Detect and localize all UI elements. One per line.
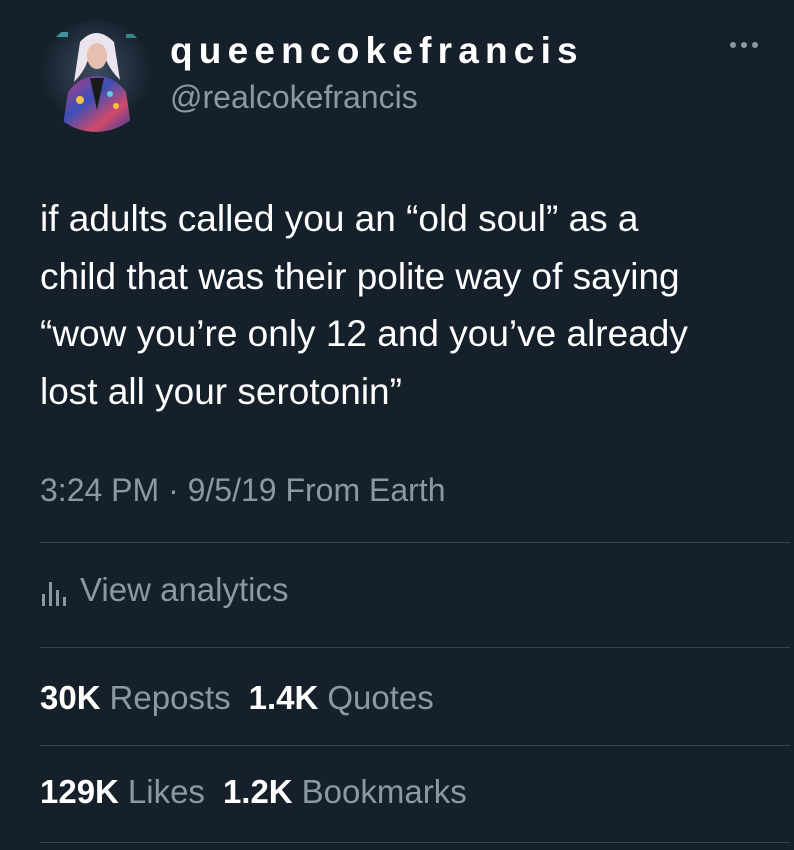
quotes-label: Quotes [327,679,434,716]
bookmarks-stat[interactable]: 1.2K Bookmarks [223,773,467,811]
engagement-row: 30K Reposts 1.4K Quotes [40,679,452,717]
tweet-timestamp-source[interactable]: 3:24 PM · 9/5/19 From Earth [40,472,446,509]
divider [40,542,790,543]
engagement-row: 129K Likes 1.2K Bookmarks [40,773,485,811]
view-analytics-label: View analytics [80,571,289,608]
tweet-text: if adults called you an “old soul” as a … [40,198,688,412]
view-analytics-link[interactable]: View analytics [40,571,289,609]
bookmarks-label: Bookmarks [301,773,467,810]
quotes-stat[interactable]: 1.4K Quotes [249,679,434,717]
likes-count: 129K [40,773,119,810]
likes-label: Likes [127,773,205,810]
quotes-count: 1.4K [248,679,319,716]
profile-photo [40,20,152,132]
reposts-label: Reposts [109,679,231,716]
bar-chart-icon [42,582,66,606]
avatar[interactable] [40,20,152,132]
display-name[interactable]: queencokefrancis [170,30,584,72]
divider [40,745,790,746]
bookmarks-count: 1.2K [222,773,293,810]
reposts-stat[interactable]: 30K Reposts [40,679,231,717]
likes-stat[interactable]: 129K Likes [40,773,205,811]
more-options-icon[interactable] [727,36,761,54]
user-handle[interactable]: @realcokefrancis [170,79,418,116]
divider [40,842,790,843]
reposts-count: 30K [40,679,101,716]
divider [40,647,790,648]
